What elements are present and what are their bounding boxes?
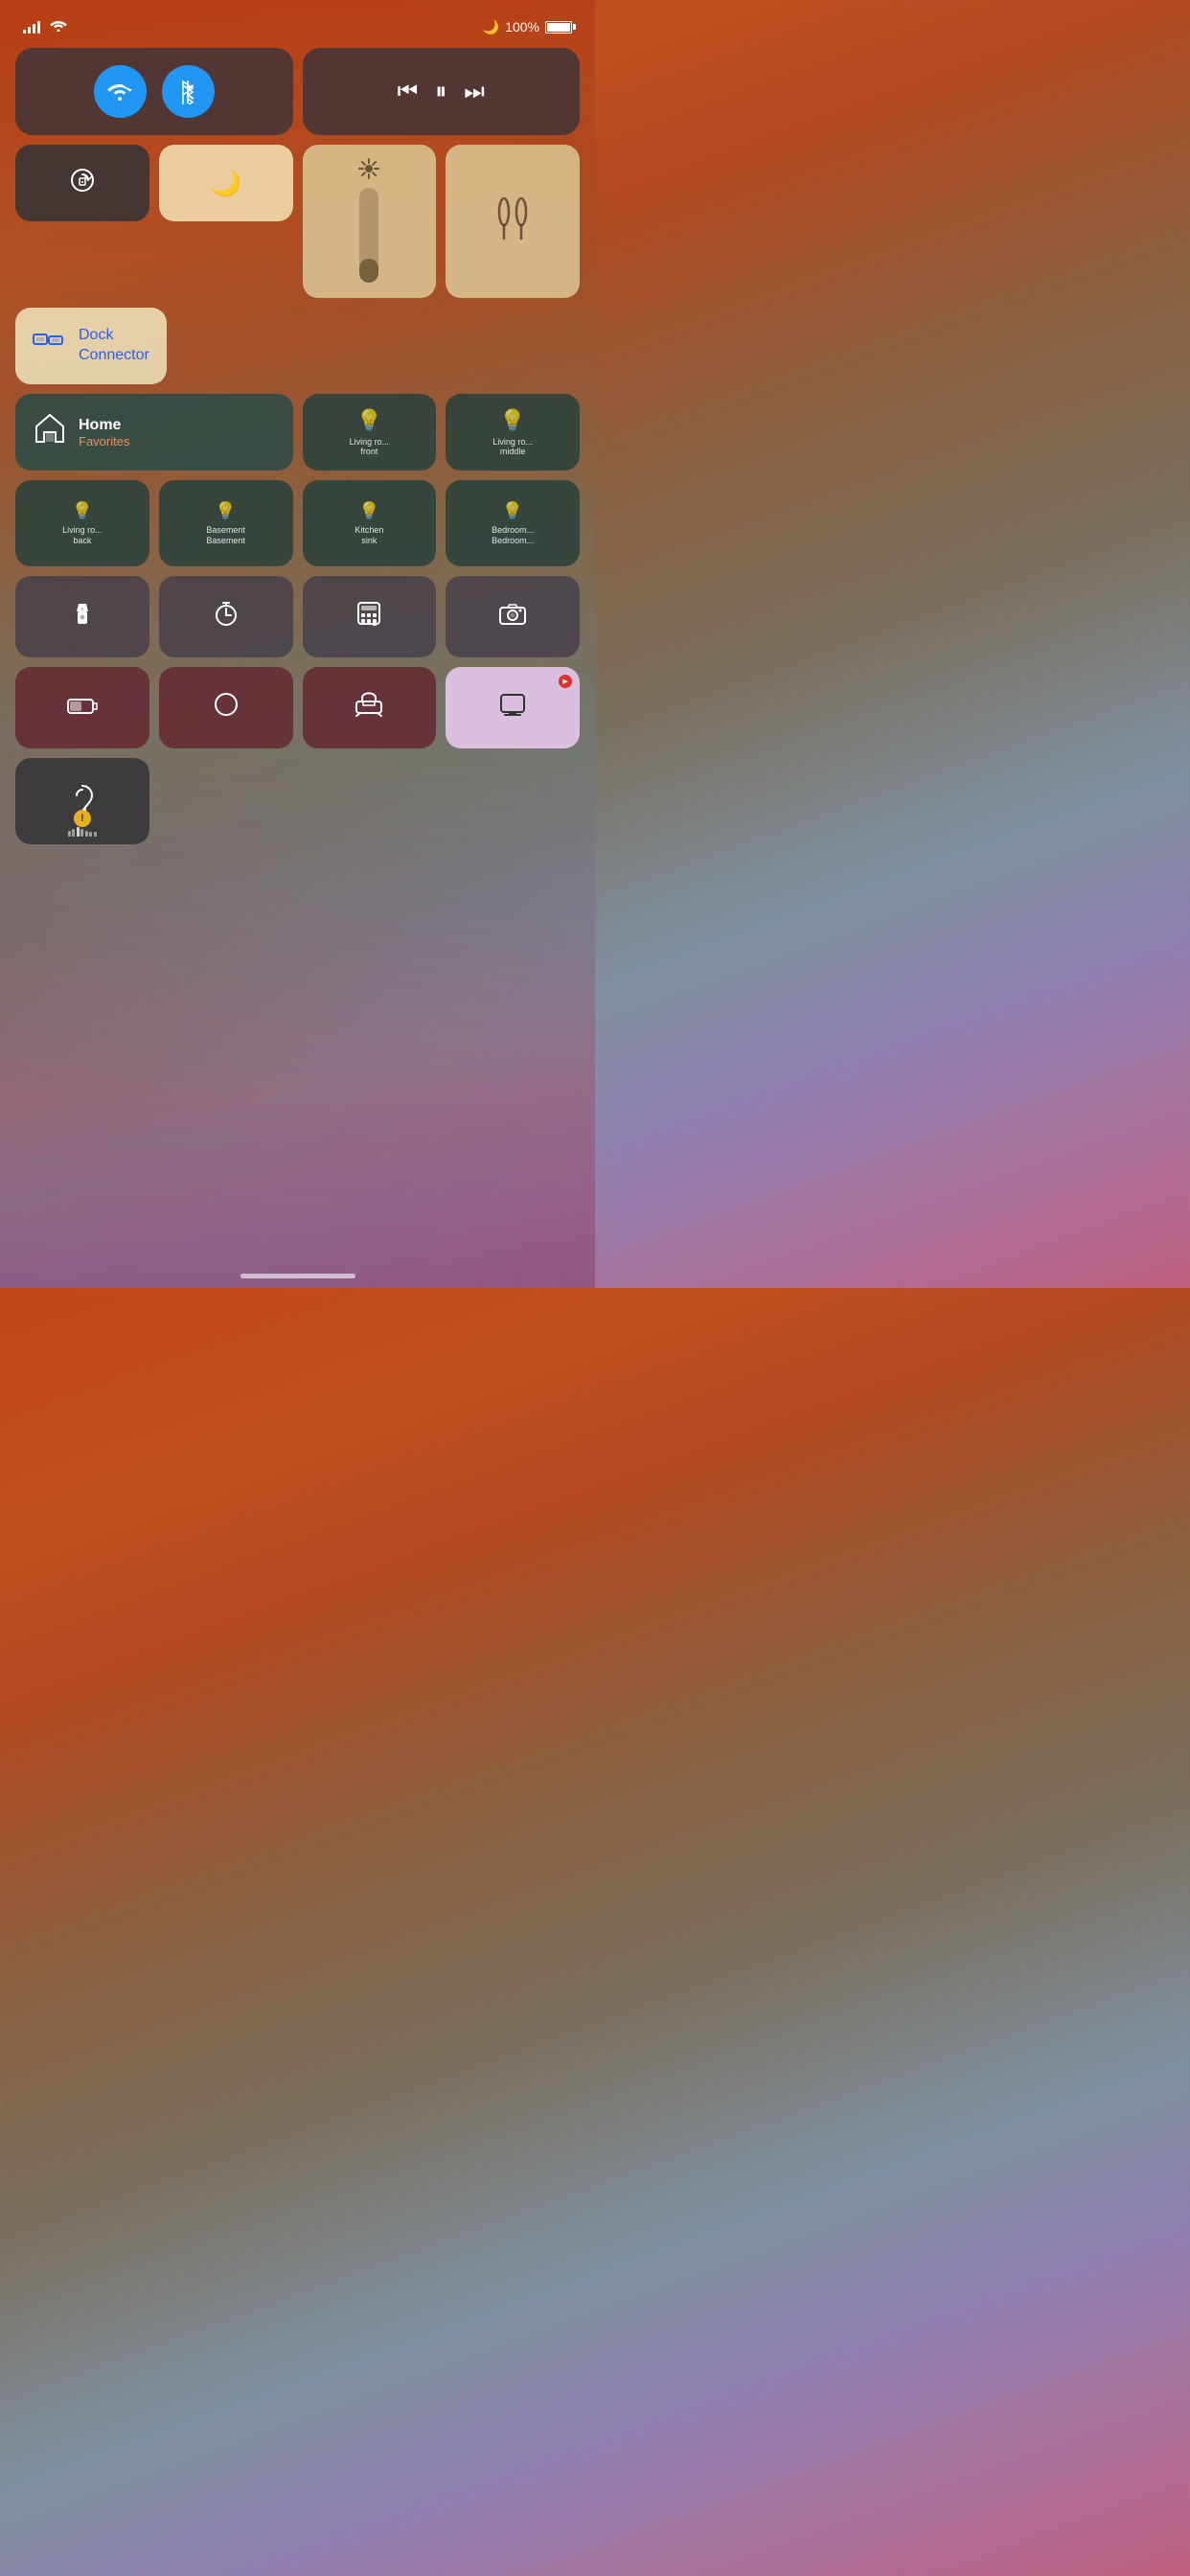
light-icon-4: 💡: [215, 501, 236, 521]
record-wave-icon: ▶: [562, 678, 567, 685]
living-room-back-label: Living ro... back: [62, 525, 103, 546]
rewind-button[interactable]: ⏮: [398, 79, 419, 105]
status-bar: 🌙 100%: [0, 0, 595, 48]
living-room-middle-button[interactable]: 💡 Living ro... middle: [446, 394, 580, 471]
bluetooth-button[interactable]: [162, 65, 215, 118]
dark-mode-button[interactable]: [159, 667, 293, 748]
home-row: Home Favorites 💡 Living ro... front 💡 Li…: [15, 394, 580, 471]
airpods-button[interactable]: [446, 145, 580, 298]
hearing-row: !: [15, 758, 580, 844]
light-icon-6: 💡: [502, 501, 523, 521]
living-room-front-button[interactable]: 💡 Living ro... front: [303, 394, 437, 471]
moon-tile-icon: 🌙: [210, 169, 240, 198]
home-title: Home: [79, 417, 129, 434]
connectivity-panel: [15, 48, 293, 135]
dock-connector-label: Dock Connector: [79, 326, 149, 366]
hearing-bars: [68, 827, 97, 837]
home-indicator[interactable]: [240, 1274, 355, 1278]
lights-row: 💡 Living ro... back 💡 Basement Basement …: [15, 480, 580, 566]
dock-connector-button[interactable]: Dock Connector: [15, 308, 167, 384]
wifi-button[interactable]: [94, 65, 147, 118]
signal-bars-icon: [23, 20, 40, 34]
screen-record-button[interactable]: ▶: [446, 667, 580, 748]
media-panel: ⏮ ⏸ ⏭: [303, 48, 581, 135]
hearing-warning-icon: !: [74, 810, 91, 827]
camera-button[interactable]: [446, 576, 580, 657]
calculator-button[interactable]: [303, 576, 437, 657]
record-badge: ▶: [559, 675, 572, 688]
battery-icon: [545, 21, 572, 34]
status-right: 🌙 100%: [483, 19, 572, 35]
utils2-row: ▶: [15, 667, 580, 748]
wifi-status-icon: [50, 18, 67, 36]
moon-icon: 🌙: [483, 19, 499, 35]
pause-button[interactable]: ⏸: [435, 79, 446, 105]
low-power-icon: [67, 695, 98, 722]
brightness-slider[interactable]: [310, 184, 429, 287]
sleep-icon: [355, 692, 383, 724]
screen-record-icon: [499, 691, 526, 724]
light-icon-1: 💡: [356, 408, 382, 433]
living-room-middle-label: Living ro... middle: [492, 437, 533, 456]
timer-icon: [213, 600, 240, 633]
kitchen-sink-label: Kitchen sink: [355, 525, 383, 546]
bedroom-label: Bedroom... Bedroom...: [492, 525, 534, 546]
airpods-icon: [489, 193, 537, 250]
control-center: ⏮ ⏸ ⏭ 🌙: [0, 48, 595, 844]
dock-connector-row: Dock Connector: [15, 308, 580, 384]
fastforward-button[interactable]: ⏭: [464, 79, 485, 105]
calculator-icon: [356, 601, 381, 632]
portrait-lock-button[interactable]: [15, 145, 149, 221]
bedroom-button[interactable]: 💡 Bedroom... Bedroom...: [446, 480, 580, 566]
battery-percent: 100%: [505, 19, 539, 34]
utils-row: [15, 576, 580, 657]
dark-mode-icon: [213, 691, 240, 724]
home-subtitle: Favorites: [79, 434, 129, 448]
living-room-front-label: Living ro... front: [350, 437, 390, 456]
home-text: Home Favorites: [79, 417, 129, 448]
status-left: [23, 18, 67, 36]
home-favorites-button[interactable]: Home Favorites: [15, 394, 293, 471]
light-icon-5: 💡: [358, 501, 379, 521]
do-not-disturb-button[interactable]: 🌙: [159, 145, 293, 221]
home-icon: [33, 411, 67, 453]
basement-label: Basement Basement: [206, 525, 245, 546]
portrait-lock-icon: [68, 166, 97, 200]
flashlight-icon: [69, 600, 96, 633]
brightness-button[interactable]: [303, 145, 437, 298]
brightness-icon: [358, 158, 379, 184]
living-room-back-button[interactable]: 💡 Living ro... back: [15, 480, 149, 566]
hearing-button[interactable]: !: [15, 758, 149, 844]
light-icon-3: 💡: [72, 501, 93, 521]
timer-button[interactable]: [159, 576, 293, 657]
top-row: ⏮ ⏸ ⏭: [15, 48, 580, 135]
sleep-button[interactable]: [303, 667, 437, 748]
basement-button[interactable]: 💡 Basement Basement: [159, 480, 293, 566]
kitchen-sink-button[interactable]: 💡 Kitchen sink: [303, 480, 437, 566]
mixed-area: 🌙: [15, 145, 580, 298]
light-icon-2: 💡: [499, 408, 525, 433]
dock-connector-icon: [33, 330, 67, 363]
flashlight-button[interactable]: [15, 576, 149, 657]
low-power-button[interactable]: [15, 667, 149, 748]
camera-icon: [499, 602, 526, 632]
